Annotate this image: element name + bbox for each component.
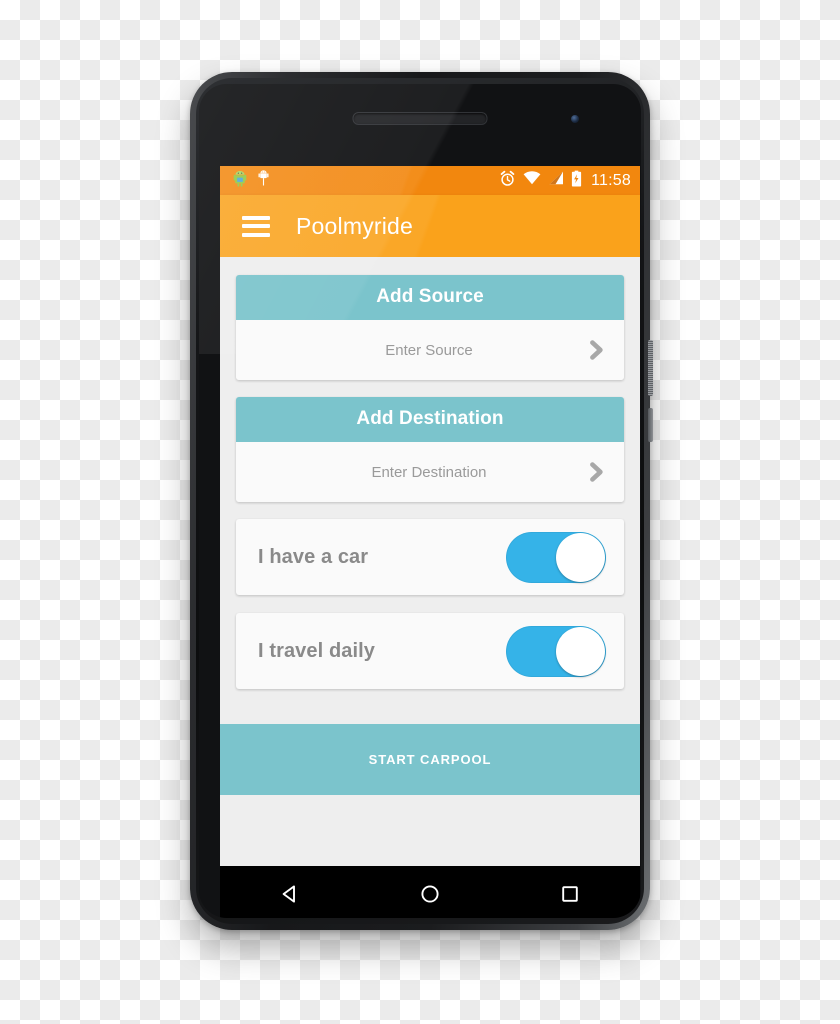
- wifi-icon: [523, 171, 541, 190]
- have-car-toggle[interactable]: [506, 531, 606, 583]
- add-destination-header: Add Destination: [236, 397, 624, 442]
- alarm-icon: [499, 170, 516, 192]
- travel-daily-toggle[interactable]: [506, 625, 606, 677]
- front-camera-icon: [571, 115, 579, 123]
- android-navigation-bar: [220, 866, 640, 918]
- android-mascot-icon: [232, 170, 248, 192]
- add-source-header: Add Source: [236, 275, 624, 320]
- battery-charging-icon: [571, 170, 582, 192]
- home-circle-icon[interactable]: [399, 873, 461, 915]
- power-button[interactable]: [648, 340, 653, 396]
- cellular-signal-icon: [548, 171, 564, 190]
- phone-device-frame: 11:58 Poolmyride Add Source Enter Source: [190, 72, 653, 930]
- have-car-label: I have a car: [258, 545, 369, 568]
- toggle-knob: [556, 626, 605, 676]
- destination-input-placeholder[interactable]: Enter Destination: [252, 464, 584, 481]
- hamburger-menu-icon[interactable]: [242, 215, 270, 237]
- have-car-row[interactable]: I have a car: [236, 519, 624, 595]
- volume-button[interactable]: [648, 408, 653, 442]
- source-input-placeholder[interactable]: Enter Source: [252, 342, 584, 359]
- start-carpool-button[interactable]: START CARPOOL: [220, 724, 640, 795]
- add-destination-group: Add Destination Enter Destination: [236, 397, 624, 502]
- recents-square-icon[interactable]: [539, 873, 601, 915]
- travel-daily-label: I travel daily: [258, 639, 376, 662]
- page-title: Poolmyride: [296, 212, 414, 239]
- chevron-right-icon[interactable]: [584, 460, 608, 484]
- status-bar-notifications: [232, 169, 499, 192]
- travel-daily-row[interactable]: I travel daily: [236, 613, 624, 689]
- chevron-right-icon[interactable]: [584, 338, 608, 362]
- earpiece-speaker: [352, 112, 488, 125]
- destination-input-row[interactable]: Enter Destination: [236, 442, 624, 502]
- add-source-group: Add Source Enter Source: [236, 275, 624, 380]
- status-bar-system-icons: 11:58: [499, 170, 631, 192]
- phone-glass-panel: 11:58 Poolmyride Add Source Enter Source: [199, 84, 641, 918]
- android-notification-icon: [257, 169, 270, 192]
- status-bar-clock: 11:58: [591, 171, 631, 189]
- toggle-knob: [556, 532, 605, 582]
- back-triangle-icon[interactable]: [259, 873, 321, 915]
- app-bar: Poolmyride: [220, 195, 640, 257]
- source-input-row[interactable]: Enter Source: [236, 320, 624, 380]
- status-bar: 11:58: [220, 166, 640, 195]
- phone-screen: 11:58 Poolmyride Add Source Enter Source: [220, 166, 640, 866]
- main-content: Add Source Enter Source Add Destination …: [220, 257, 640, 795]
